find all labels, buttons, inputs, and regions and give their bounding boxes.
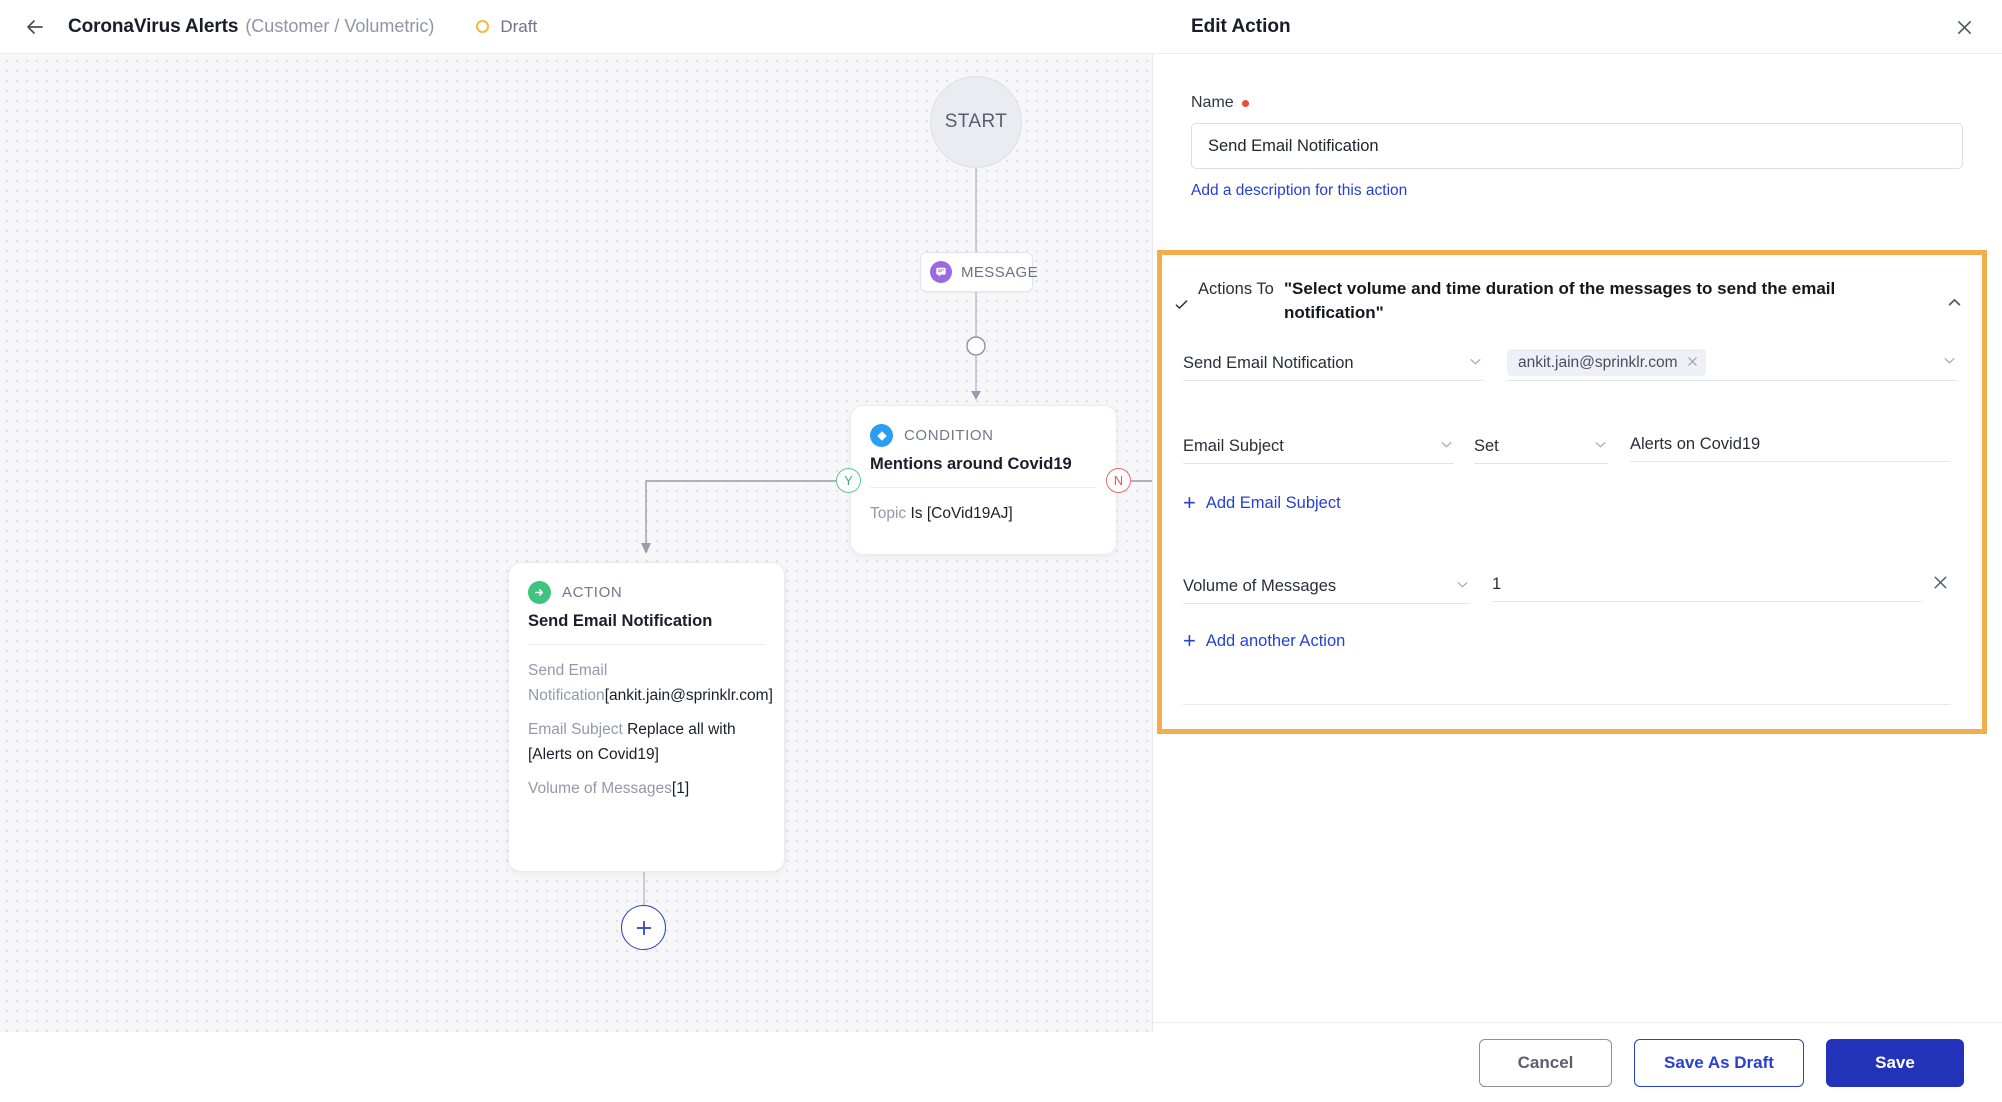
volume-value-text: 1 [1492, 575, 1502, 593]
panel-header: Edit Action [1153, 0, 2002, 54]
add-node-button[interactable] [621, 905, 666, 950]
close-icon [1934, 576, 1946, 588]
email-subject-field-select[interactable]: Email Subject [1183, 430, 1454, 464]
email-subject-operator-value: Set [1474, 437, 1499, 455]
status-dot-icon [476, 20, 490, 33]
save-button[interactable]: Save [1826, 1038, 1964, 1087]
email-subject-field-select-control[interactable]: Email Subject [1183, 430, 1454, 464]
add-another-action-label: Add another Action [1205, 631, 1346, 650]
action-line-value: [ankit.jain@sprinklr.com] [604, 687, 773, 705]
save-as-draft-button[interactable]: Save As Draft [1634, 1038, 1804, 1087]
condition-node-kind: CONDITION [904, 427, 994, 444]
condition-node[interactable]: CONDITION Mentions around Covid19 Topic … [850, 405, 1117, 555]
action-type-select-control[interactable]: Send Email Notification [1183, 347, 1483, 381]
chevron-down-icon [1439, 437, 1454, 457]
cancel-button[interactable]: Cancel [1479, 1038, 1612, 1087]
email-subject-value-input[interactable]: Alerts on Covid19 [1630, 428, 1950, 462]
volume-field-select[interactable]: Volume of Messages [1183, 570, 1470, 604]
action-node-line: Email Subject Replace all with [Alerts o… [528, 717, 765, 767]
condition-node-body: Topic Is [CoVid19AJ] [851, 488, 1116, 526]
action-type-select-value: Send Email Notification [1183, 354, 1354, 372]
volume-field-select-control[interactable]: Volume of Messages [1183, 570, 1470, 604]
action-line-field: Email Subject [528, 721, 628, 739]
workflow-canvas-pane: CoronaVirus Alerts (Customer / Volumetri… [0, 0, 1153, 1032]
page-title: CoronaVirus Alerts [68, 15, 239, 37]
condition-node-header: CONDITION [851, 406, 1116, 447]
condition-node-title: Mentions around Covid19 [870, 455, 1072, 473]
remove-volume-row-button[interactable] [1927, 569, 1953, 595]
email-subject-field-value: Email Subject [1183, 437, 1284, 455]
action-type-select[interactable]: Send Email Notification [1183, 347, 1483, 381]
branch-yes-label: Y [844, 473, 853, 488]
plus-icon: + [1183, 490, 1196, 515]
chevron-up-icon[interactable] [1940, 288, 1968, 316]
check-icon [1174, 297, 1189, 317]
recipient-chip-label: ankit.jain@sprinklr.com [1518, 353, 1678, 371]
volume-value-control[interactable]: 1 [1492, 568, 1922, 602]
branch-no-label: N [1113, 473, 1124, 488]
arrow-left-icon[interactable] [18, 10, 52, 44]
actions-to-inner: Actions To "Select volume and time durat… [1162, 255, 1982, 729]
plus-icon [636, 920, 651, 935]
branch-no-connector[interactable]: N [1106, 468, 1131, 493]
arrow-right-circle-icon [528, 581, 551, 604]
action-node-line: Send Email Notification[ankit.jain@sprin… [528, 658, 773, 708]
start-node[interactable]: START [930, 76, 1022, 168]
actions-to-description: "Select volume and time duration of the … [1284, 279, 1836, 322]
message-node[interactable]: MESSAGE [920, 252, 1038, 292]
add-description-link[interactable]: Add a description for this action [1191, 182, 1407, 200]
chevron-down-icon [1593, 437, 1608, 457]
page-subtitle: (Customer / Volumetric) [245, 16, 435, 36]
email-subject-value-control[interactable]: Alerts on Covid19 [1630, 428, 1950, 462]
recipients-field[interactable]: ankit.jain@sprinklr.com [1507, 345, 1957, 381]
volume-value-input[interactable]: 1 [1492, 568, 1922, 602]
action-node-title: Send Email Notification [528, 612, 713, 630]
condition-body-value: Is [CoVid19AJ] [910, 505, 1013, 522]
add-another-action-button[interactable]: + Add another Action [1183, 630, 1345, 652]
action-node[interactable]: ACTION Send Email Notification Send Emai… [508, 562, 785, 872]
app-root: CoronaVirus Alerts (Customer / Volumetri… [0, 0, 2002, 1102]
action-line-field: Volume of Messages [528, 780, 672, 798]
add-email-subject-button[interactable]: + Add Email Subject [1183, 492, 1341, 514]
action-node-header: ACTION [509, 563, 784, 604]
chevron-down-icon [1468, 354, 1483, 374]
email-subject-value-text: Alerts on Covid19 [1630, 435, 1761, 453]
actions-to-section: Actions To "Select volume and time durat… [1157, 250, 1987, 734]
action-node-body: Send Email Notification[ankit.jain@sprin… [509, 645, 784, 802]
add-email-subject-label: Add Email Subject [1205, 493, 1341, 512]
close-icon[interactable] [1687, 355, 1698, 370]
start-node-label: START [944, 111, 1008, 132]
action-node-line: Volume of Messages[1] [528, 776, 765, 801]
action-line-field: Send Email Notification [528, 662, 608, 705]
chat-bubble-icon [930, 261, 952, 283]
action-node-kind: ACTION [562, 584, 623, 601]
name-label-text: Name [1191, 94, 1234, 111]
branch-yes-connector[interactable]: Y [836, 468, 861, 493]
email-subject-operator-control[interactable]: Set [1474, 430, 1608, 464]
status-badge: Draft [476, 17, 537, 37]
volume-field-value: Volume of Messages [1183, 577, 1337, 595]
flow-canvas[interactable]: START MESSAGE CONDITION Mentions around … [0, 54, 1152, 1032]
actions-to-label: Actions To [1198, 280, 1274, 298]
divider [1183, 704, 1950, 705]
email-subject-operator-select[interactable]: Set [1474, 430, 1608, 464]
status-label: Draft [500, 16, 538, 36]
topbar: CoronaVirus Alerts (Customer / Volumetri… [0, 0, 1153, 54]
chevron-down-icon [1455, 577, 1470, 597]
recipients-chipbox[interactable]: ankit.jain@sprinklr.com [1507, 345, 1957, 381]
diamond-icon [870, 424, 893, 447]
condition-body-field: Topic [870, 505, 907, 522]
name-input[interactable] [1191, 123, 1963, 169]
chevron-down-icon[interactable] [1942, 353, 1957, 373]
close-icon[interactable] [1948, 11, 1980, 43]
message-node-label: MESSAGE [961, 263, 1038, 281]
plus-icon: + [1183, 628, 1196, 653]
panel-title: Edit Action [1191, 15, 1291, 37]
action-line-value: [1] [671, 780, 690, 798]
panel-footer: Cancel Save As Draft Save [1153, 1022, 2002, 1102]
recipient-chip[interactable]: ankit.jain@sprinklr.com [1507, 349, 1706, 376]
required-indicator-icon [1241, 99, 1249, 107]
name-field-label: Name [1191, 94, 2002, 112]
